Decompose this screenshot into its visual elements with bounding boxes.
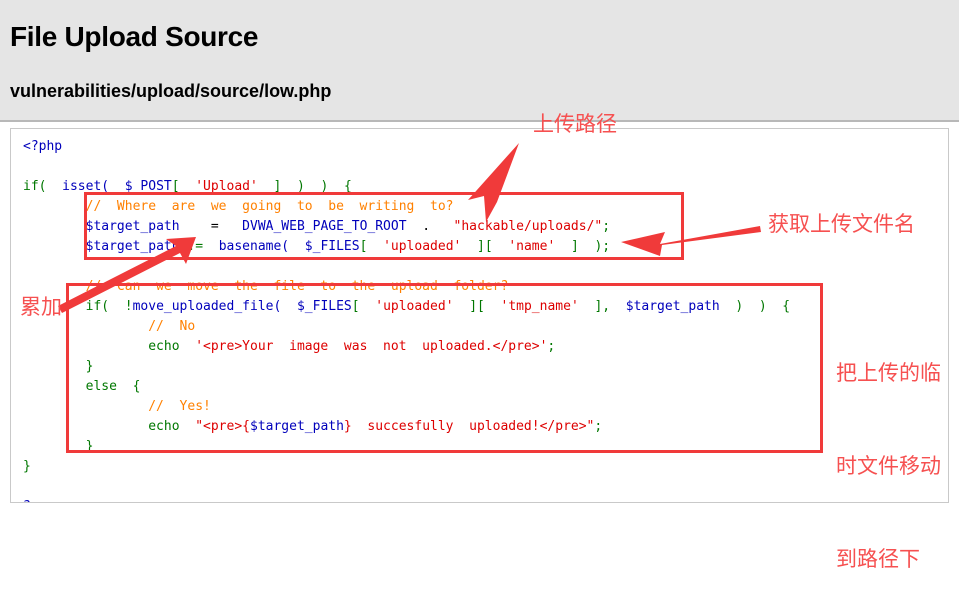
code-line: <?php <box>23 139 63 154</box>
code-line: echo "<pre>{$target_path} succesfully up… <box>148 419 603 434</box>
code-line: if( isset( $_POST[ 'Upload' ] ) ) { <box>23 179 352 194</box>
annotation-label-append: 累加 <box>20 295 62 319</box>
code-line: echo '<pre>Your image was not uploaded.<… <box>148 339 556 354</box>
annotation-label-move-tmp-line2: 时文件移动 <box>836 454 941 478</box>
code-line: // No <box>148 319 196 334</box>
code-line: ?> <box>23 497 790 502</box>
annotation-label-move-tmp-line3: 到路径下 <box>836 547 920 571</box>
code-line: if( !move_uploaded_file( $_FILES[ 'uploa… <box>85 299 791 314</box>
annotation-label-get-filename: 获取上传文件名 <box>768 212 915 236</box>
annotation-label-move-tmp-file: 把上传的临 时文件移动 到路径下 <box>836 296 941 606</box>
php-source-code: <?php if( isset( $_POST[ 'Upload' ] ) ) … <box>23 137 791 502</box>
annotation-label-move-tmp-line1: 把上传的临 <box>836 361 941 385</box>
code-line: } <box>85 359 94 374</box>
code-line: $target_path .= basename( $_FILES[ 'uplo… <box>85 239 611 254</box>
code-line: // Where are we going to be writing to? <box>85 199 454 214</box>
code-line: } <box>85 439 94 454</box>
code-line: // Yes! <box>148 399 211 414</box>
code-line: else { <box>85 379 141 394</box>
page-title: File Upload Source <box>10 21 259 52</box>
annotation-label-upload-path: 上传路径 <box>533 112 617 136</box>
source-code-panel: <?php if( isset( $_POST[ 'Upload' ] ) ) … <box>10 128 949 503</box>
code-line: $target_path = DVWA_WEB_PAGE_TO_ROOT . "… <box>85 219 611 234</box>
code-line: } <box>23 459 31 474</box>
code-line: // Can we move the file to the upload fo… <box>85 279 509 294</box>
source-file-path: vulnerabilities/upload/source/low.php <box>10 81 332 101</box>
page-header-band <box>0 0 959 122</box>
